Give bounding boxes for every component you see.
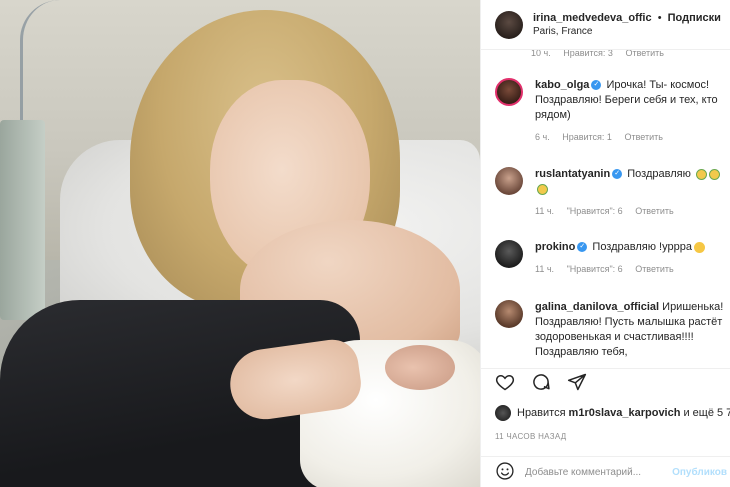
post-header: irina_medvedeva_offic • Подписки Paris, … <box>481 0 730 50</box>
post-photo[interactable] <box>0 0 480 487</box>
add-comment-bar: Добавьте комментарий... Опубликов <box>481 456 730 487</box>
comment-time: 11 ч. <box>535 206 555 216</box>
comment-item: galina_danilova_official Иришенька! Позд… <box>495 300 727 360</box>
comments-list: 10 ч. Нравится: 3 Ответить kabo_olga ✓ Ир… <box>481 50 730 368</box>
publish-button[interactable]: Опубликов <box>672 467 727 478</box>
comment-item: ruslantatyanin ✓ Поздравляю 11 ч. "Нравит… <box>495 167 727 219</box>
commenter-avatar[interactable] <box>495 240 523 268</box>
likes-prefix: Нравится <box>517 407 566 419</box>
comment-likes[interactable]: Нравится: 3 <box>563 50 613 58</box>
header-separator: • <box>657 12 662 24</box>
post-timestamp[interactable]: 11 ЧАСОВ НАЗАД <box>495 432 566 441</box>
likes-others[interactable]: и ещё 5 7 <box>683 407 730 419</box>
photo-medical-equipment <box>0 120 45 320</box>
likes-summary: Нравится m1r0slava_karpovich и ещё 5 7 <box>495 405 730 421</box>
author-meta: irina_medvedeva_offic • Подписки Paris, … <box>533 12 721 37</box>
share-icon[interactable] <box>567 372 587 395</box>
commenter-username[interactable]: prokino <box>535 241 575 253</box>
following-button[interactable]: Подписки <box>668 12 721 24</box>
comment-text: Поздравляю <box>627 168 691 180</box>
verified-badge-icon: ✓ <box>591 80 602 91</box>
commenter-username[interactable]: galina_danilova_official <box>535 301 659 313</box>
commenter-avatar[interactable] <box>495 167 523 195</box>
comment-item: prokino ✓ Поздравляю !уррра 11 ч. "Нравит… <box>495 240 727 277</box>
commenter-avatar[interactable] <box>495 300 523 328</box>
comment-likes[interactable]: "Нравится": 6 <box>567 264 623 274</box>
partial-comment-meta: 10 ч. Нравится: 3 Ответить <box>531 50 674 58</box>
comment-likes[interactable]: Нравится: 1 <box>562 132 612 142</box>
commenter-avatar[interactable] <box>495 78 523 106</box>
reply-button[interactable]: Ответить <box>624 132 662 142</box>
liker-username[interactable]: m1r0slava_karpovich <box>569 407 681 419</box>
liker-avatar[interactable] <box>495 405 511 421</box>
comment-time: 11 ч. <box>535 264 555 274</box>
comment-text: Поздравляю !уррра <box>592 241 692 253</box>
comment-time: 10 ч. <box>531 50 551 58</box>
comment-input[interactable]: Добавьте комментарий... <box>525 467 672 478</box>
verified-badge-icon: ✓ <box>612 169 623 180</box>
trophy-emoji-icon <box>708 168 720 180</box>
smile-emoji-icon <box>693 241 705 253</box>
reply-button[interactable]: Ответить <box>635 206 673 216</box>
photo-baby-head <box>385 345 455 390</box>
commenter-username[interactable]: kabo_olga <box>535 79 589 91</box>
post-side-panel: irina_medvedeva_offic • Подписки Paris, … <box>480 0 730 487</box>
post-location[interactable]: Paris, France <box>533 26 721 37</box>
post-actions <box>481 368 730 398</box>
emoji-icon[interactable] <box>495 461 515 484</box>
trophy-emoji-icon <box>695 168 707 180</box>
comment-icon[interactable] <box>531 372 551 395</box>
comment-time: 6 ч. <box>535 132 550 142</box>
comment-item: kabo_olga ✓ Ирочка! Ты- космос! Поздравля… <box>495 78 727 145</box>
reply-button[interactable]: Ответить <box>635 264 673 274</box>
verified-badge-icon: ✓ <box>577 242 588 253</box>
commenter-username[interactable]: ruslantatyanin <box>535 168 610 180</box>
heart-icon[interactable] <box>495 372 515 395</box>
comment-likes[interactable]: "Нравится": 6 <box>567 206 623 216</box>
trophy-emoji-icon <box>537 183 548 195</box>
author-avatar[interactable] <box>495 10 523 39</box>
author-username[interactable]: irina_medvedeva_offic <box>533 12 652 24</box>
reply-button[interactable]: Ответить <box>625 50 663 58</box>
